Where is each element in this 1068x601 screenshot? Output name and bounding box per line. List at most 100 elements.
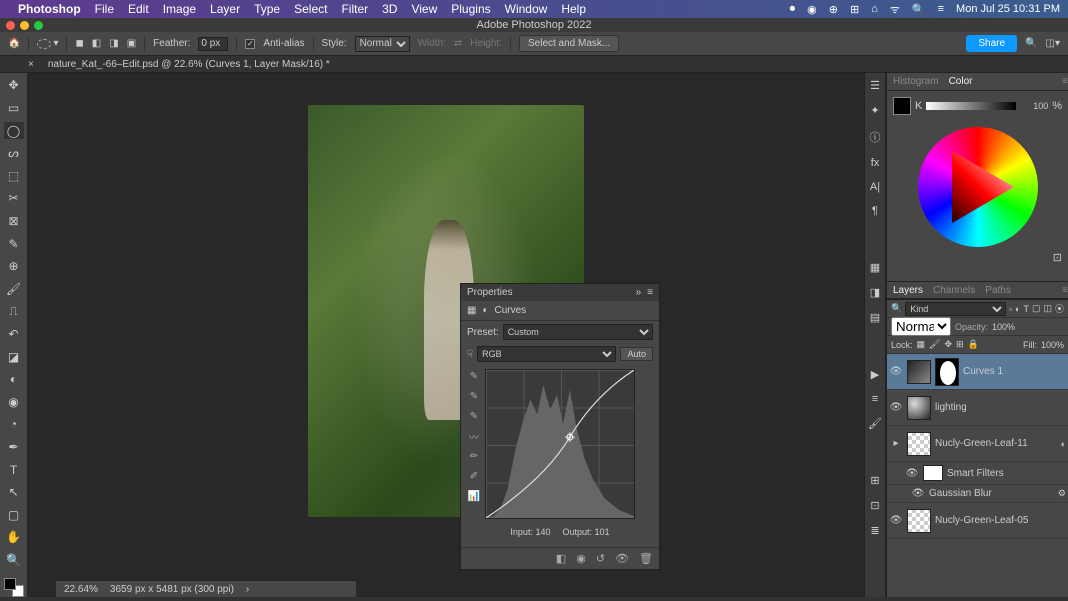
filter-kind-icon[interactable]: 🔍 [891,303,902,314]
feather-input[interactable] [198,37,228,51]
menu-window[interactable]: Window [505,2,548,16]
swatches-panel-icon[interactable]: ▦ [870,261,880,274]
filter-pixel-icon[interactable]: ▫ [1009,304,1012,314]
panel-menu-icon[interactable]: ≡ [1062,76,1068,87]
panel-icon[interactable]: ⊡ [870,499,879,512]
add-selection-icon[interactable]: ◧ [92,38,101,49]
layer-row-leaf05[interactable]: 👁 Nucly-Green-Leaf-05 [887,503,1068,539]
home-button[interactable]: 🏠 [8,38,20,49]
menu-layer[interactable]: Layer [210,2,240,16]
curve-sampler-icon[interactable]: ✎ [467,369,481,383]
lock-transparency-icon[interactable]: ▦ [917,339,926,350]
fill-value[interactable]: 100% [1041,340,1064,350]
filter-shape-icon[interactable]: ▢ [1032,303,1041,314]
menu-edit[interactable]: Edit [128,2,149,16]
preset-select[interactable]: Custom [503,324,653,340]
auto-button[interactable]: Auto [620,347,653,361]
new-selection-icon[interactable]: ◼ [75,38,83,49]
gradient-tool-icon[interactable]: ◐ [4,371,24,388]
status-icon[interactable]: ⊕ [829,3,838,16]
opacity-value[interactable]: 100% [992,322,1015,332]
adjustments-panel-icon[interactable]: ✦ [870,104,879,117]
menu-photoshop[interactable]: Photoshop [18,2,81,16]
dodge-tool-icon[interactable]: ◔ [4,416,24,433]
crop-tool-icon[interactable]: ✂ [4,190,24,207]
color-swatch[interactable] [893,97,911,115]
k-slider[interactable] [926,102,1016,110]
panel-icon[interactable]: ⊞ [870,474,879,487]
lock-position-icon[interactable]: ✥ [944,339,952,350]
gradients-panel-icon[interactable]: ◨ [870,286,880,299]
filter-kind-select[interactable]: Kind [905,302,1006,316]
layer-row-curves1[interactable]: 👁 Curves 1 [887,354,1068,390]
menu-3d[interactable]: 3D [382,2,397,16]
mask-icon[interactable]: ◐ [482,305,488,316]
curve-pencil-icon[interactable]: ✏ [467,449,481,463]
visibility-toggle-icon[interactable]: 👁 [889,366,903,377]
layer-row-gaussian-blur[interactable]: 👁 Gaussian Blur ⚙ [887,485,1068,503]
window-close-button[interactable] [6,21,15,30]
filter-mask-thumbnail[interactable] [923,465,943,481]
history-panel-icon[interactable]: ≡ [872,393,878,405]
tab-histogram[interactable]: Histogram [893,76,939,87]
brush-tool-icon[interactable]: 🖌 [4,280,24,297]
layer-name[interactable]: Gaussian Blur [929,488,1054,499]
curve-edit-icon[interactable]: ✐ [467,469,481,483]
view-previous-icon[interactable]: ◉ [576,552,586,565]
healing-brush-tool-icon[interactable]: ⊕ [4,258,24,275]
search-icon[interactable]: 🔍 [1025,38,1037,49]
paragraph-panel-icon[interactable]: ¶ [872,205,878,217]
lock-all-icon[interactable]: 🔒 [968,339,979,350]
tool-preset-picker[interactable]: ▾ [37,38,58,49]
panel-menu-icon[interactable]: ≡ [1062,285,1068,296]
panel-collapse-icon[interactable]: » [636,287,642,298]
brush-settings-icon[interactable]: 🖌 [868,417,882,430]
menu-view[interactable]: View [411,2,437,16]
blend-mode-select[interactable]: Normal [891,317,951,336]
document-dimensions[interactable]: 3659 px x 5481 px (300 ppi) [110,584,234,595]
pen-tool-icon[interactable]: ✒ [4,439,24,456]
window-minimize-button[interactable] [20,21,29,30]
filter-type-icon[interactable]: T [1023,304,1029,314]
hand-tool-icon[interactable]: ✋ [4,529,24,546]
filter-adjustment-icon[interactable]: ◐ [1015,304,1020,314]
menubar-clock[interactable]: Mon Jul 25 10:31 PM [956,3,1060,15]
menu-filter[interactable]: Filter [341,2,368,16]
move-tool-icon[interactable]: ✥ [4,77,24,94]
layer-thumbnail[interactable] [907,432,931,456]
layer-row-lighting[interactable]: 👁 lighting [887,390,1068,426]
menu-image[interactable]: Image [163,2,196,16]
status-chevron-icon[interactable]: › [246,584,249,595]
libraries-panel-icon[interactable]: ☰ [870,79,880,92]
delete-adjustment-icon[interactable]: 🗑 [639,552,653,565]
foreground-background-color[interactable] [4,578,24,596]
status-icon[interactable]: ≡ [938,3,944,15]
character-panel-icon[interactable]: A| [870,181,880,193]
menu-select[interactable]: Select [294,2,327,16]
layer-thumbnail[interactable] [907,396,931,420]
info-panel-icon[interactable]: ⓘ [870,129,881,145]
document-tab[interactable]: nature_Kat_-66–Edit.psd @ 22.6% (Curves … [40,59,338,70]
curves-graph[interactable] [485,369,635,519]
expand-toggle-icon[interactable]: ▸ [889,438,903,449]
share-button[interactable]: Share [966,35,1017,52]
select-and-mask-button[interactable]: Select and Mask... [519,35,619,52]
lock-artboard-icon[interactable]: ⊞ [956,339,964,350]
canvas-area[interactable]: Properties » ≡ ▦ ◐ Curves Preset: Custom… [28,73,864,597]
rectangular-marquee-tool-icon[interactable]: ▭ [4,100,24,117]
menu-plugins[interactable]: Plugins [451,2,490,16]
visibility-toggle-icon[interactable]: 👁 [889,402,903,413]
curve-white-sampler-icon[interactable]: ✎ [467,409,481,423]
curve-black-sampler-icon[interactable]: ✎ [467,389,481,403]
foreground-color-swatch[interactable] [4,578,16,590]
status-icon[interactable]: 🔍 [912,3,926,16]
filter-smart-icon[interactable]: ◫ [1043,303,1052,314]
tab-channels[interactable]: Channels [933,285,975,296]
output-value[interactable]: 101 [595,527,610,537]
visibility-toggle-icon[interactable]: 👁 [911,488,925,499]
eraser-tool-icon[interactable]: ◪ [4,348,24,365]
clone-stamp-tool-icon[interactable]: ⎍ [4,303,24,320]
clip-to-layer-icon[interactable]: ◧ [556,552,566,565]
curve-histogram-icon[interactable]: 📊 [467,489,481,503]
workspace-switcher-icon[interactable]: ◫▾ [1046,38,1060,49]
